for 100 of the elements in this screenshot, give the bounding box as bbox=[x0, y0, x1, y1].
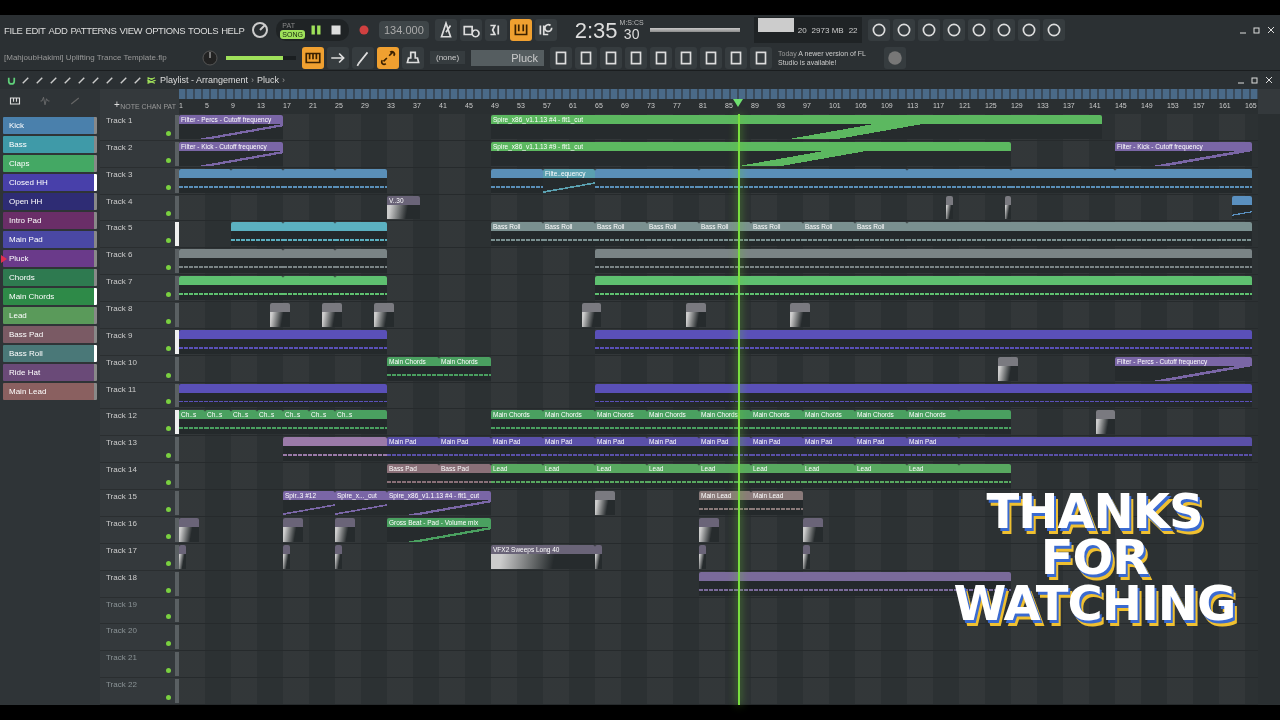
metronome-icon[interactable] bbox=[434, 19, 457, 41]
track-enable-led[interactable] bbox=[166, 533, 171, 539]
audio-clip[interactable] bbox=[322, 303, 342, 327]
track-enable-led[interactable] bbox=[166, 614, 171, 620]
track-enable-led[interactable] bbox=[166, 641, 171, 647]
audio-clip[interactable] bbox=[582, 303, 602, 327]
track-name[interactable]: Track 14 bbox=[106, 465, 137, 475]
track-name[interactable]: Track 18 bbox=[106, 572, 137, 582]
track-name[interactable]: Track 7 bbox=[106, 277, 133, 287]
pattern-clip[interactable] bbox=[491, 168, 543, 193]
pattern-clip[interactable] bbox=[595, 329, 1252, 354]
track-name[interactable]: Track 20 bbox=[106, 626, 137, 636]
track-select-bar[interactable] bbox=[175, 410, 179, 435]
channel-button[interactable]: Open HH bbox=[3, 193, 97, 210]
pattern-clip[interactable] bbox=[231, 222, 283, 247]
track-select-bar[interactable] bbox=[175, 544, 179, 569]
track-name[interactable]: Track 17 bbox=[106, 545, 137, 555]
track-select-bar[interactable] bbox=[175, 625, 179, 650]
track-select-bar[interactable] bbox=[175, 437, 179, 462]
menu-item[interactable]: FILE bbox=[4, 24, 23, 36]
audio-clip[interactable] bbox=[1095, 410, 1115, 435]
piano-icon[interactable] bbox=[9, 95, 21, 107]
pattern-clip[interactable] bbox=[179, 329, 387, 354]
track-enable-led[interactable] bbox=[166, 292, 171, 298]
track-select-bar[interactable] bbox=[175, 115, 179, 139]
pattern-clip[interactable] bbox=[335, 249, 387, 274]
track-select-bar[interactable] bbox=[175, 276, 179, 301]
pattern-clip[interactable] bbox=[335, 276, 387, 301]
channel-button[interactable]: Main Lead bbox=[3, 383, 97, 400]
knob-icon[interactable] bbox=[250, 20, 271, 40]
close-icon[interactable] bbox=[1266, 25, 1276, 35]
track-select-bar[interactable] bbox=[175, 329, 179, 354]
track-enable-led[interactable] bbox=[166, 372, 171, 378]
channel-button[interactable]: Bass bbox=[3, 136, 97, 153]
track-enable-led[interactable] bbox=[166, 211, 171, 217]
audio-clip[interactable] bbox=[686, 303, 706, 327]
close-icon[interactable] bbox=[1264, 75, 1274, 85]
pattern-clip[interactable] bbox=[335, 222, 387, 247]
menu-item[interactable]: TOOLS bbox=[188, 24, 219, 36]
track-enable-led[interactable] bbox=[166, 184, 171, 190]
globe-icon[interactable] bbox=[884, 46, 907, 69]
audio-clip[interactable] bbox=[1004, 195, 1011, 220]
menu-item[interactable]: VIEW bbox=[119, 24, 143, 36]
track-enable-led[interactable] bbox=[166, 238, 171, 244]
track-name[interactable]: Track 3 bbox=[106, 169, 133, 179]
channel-button[interactable]: Intro Pad bbox=[3, 212, 97, 229]
audio-clip[interactable] bbox=[699, 517, 719, 542]
vertical-scrollbar[interactable] bbox=[1258, 114, 1280, 705]
track-select-bar[interactable] bbox=[175, 491, 179, 515]
track-name[interactable]: Track 19 bbox=[106, 599, 137, 609]
audio-clip[interactable] bbox=[179, 544, 186, 569]
midi-target-selector[interactable]: (none) bbox=[430, 51, 466, 64]
track-name[interactable]: Track 13 bbox=[106, 438, 137, 448]
channel-button[interactable]: Closed HH bbox=[3, 174, 97, 191]
track-select-bar[interactable] bbox=[175, 598, 179, 623]
track-enable-led[interactable] bbox=[166, 668, 171, 674]
pattern-clip[interactable] bbox=[595, 276, 1252, 301]
knob-icon[interactable] bbox=[200, 47, 220, 68]
channel-button[interactable]: Main Chords bbox=[3, 288, 97, 305]
menu-item[interactable]: HELP bbox=[221, 24, 245, 36]
audio-clip[interactable] bbox=[270, 303, 290, 327]
track-enable-led[interactable] bbox=[166, 130, 171, 136]
track-enable-led[interactable] bbox=[166, 453, 171, 459]
track-name[interactable]: Track 5 bbox=[106, 223, 133, 233]
track-select-bar[interactable] bbox=[175, 249, 179, 274]
track-enable-led[interactable] bbox=[166, 426, 171, 432]
track-name[interactable]: Track 15 bbox=[106, 492, 137, 502]
channel-button[interactable]: Lead bbox=[3, 307, 97, 324]
pattern-clip[interactable] bbox=[959, 437, 1252, 462]
track-enable-led[interactable] bbox=[166, 506, 171, 512]
automation-clip[interactable] bbox=[1232, 195, 1252, 220]
track-name[interactable]: Track 4 bbox=[106, 196, 133, 206]
pattern-clip[interactable] bbox=[959, 410, 1011, 435]
audio-clip[interactable] bbox=[946, 195, 953, 220]
track-select-bar[interactable] bbox=[175, 679, 179, 703]
pattern-clip[interactable] bbox=[179, 276, 283, 301]
menu-item[interactable]: EDIT bbox=[25, 24, 46, 36]
track-select-bar[interactable] bbox=[175, 168, 179, 193]
track-select-bar[interactable] bbox=[175, 195, 179, 220]
pattern-clip[interactable] bbox=[1115, 168, 1252, 193]
menu-item[interactable]: OPTIONS bbox=[145, 24, 186, 36]
channel-button[interactable]: Bass Pad bbox=[3, 326, 97, 343]
track-select-bar[interactable] bbox=[175, 141, 179, 166]
channel-button[interactable]: Ride Hat bbox=[3, 364, 97, 381]
wait-icon[interactable] bbox=[459, 19, 482, 41]
pattern-clip[interactable] bbox=[179, 249, 283, 274]
pen-icon[interactable] bbox=[352, 46, 374, 69]
menu-item[interactable]: PATTERNS bbox=[70, 24, 117, 36]
track-name[interactable]: Track 2 bbox=[106, 142, 133, 152]
pattern-clip[interactable] bbox=[595, 383, 1252, 408]
pattern-selector[interactable]: Pluck bbox=[471, 49, 545, 66]
track-select-bar[interactable] bbox=[175, 517, 179, 542]
track-select-bar[interactable] bbox=[175, 303, 179, 327]
track-name[interactable]: Track 21 bbox=[106, 653, 137, 663]
step-icon[interactable] bbox=[509, 19, 532, 41]
track-name[interactable]: Track 11 bbox=[106, 384, 137, 394]
track-select-bar[interactable] bbox=[175, 222, 179, 247]
loop-icon[interactable] bbox=[534, 19, 557, 41]
audio-clip[interactable] bbox=[374, 303, 394, 327]
pattern-clip[interactable] bbox=[179, 168, 231, 193]
